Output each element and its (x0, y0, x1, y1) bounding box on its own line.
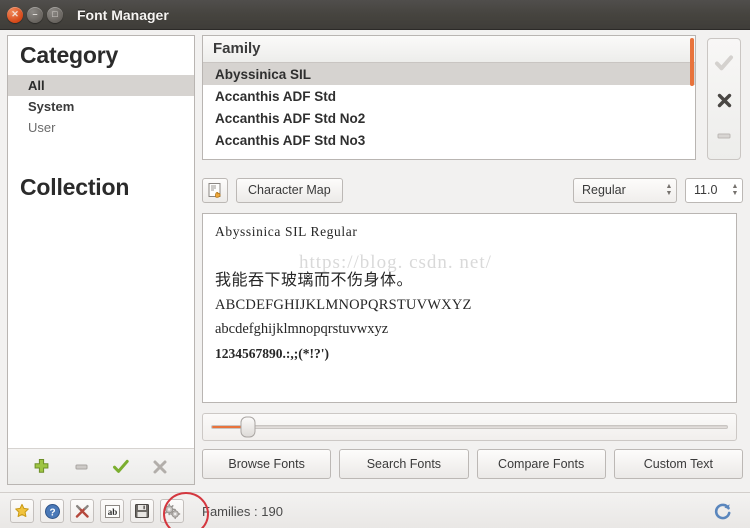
remove-font-button[interactable] (715, 129, 733, 145)
preview-uppercase: ABCDEFGHIJKLMNOPQRSTUVWXYZ (215, 297, 472, 313)
svg-text:ab: ab (107, 507, 117, 517)
size-stepper-arrows[interactable]: ▲ ▼ (728, 183, 742, 197)
category-list: All System User (8, 75, 194, 138)
preview-numerals: 1234567890.:,;(*!?') (215, 346, 329, 361)
sidebar: Category All System User Collection (7, 35, 195, 485)
sidebar-scroll-area: Category All System User Collection (8, 36, 194, 448)
preview-lowercase: abcdefghijklmnopqrstuvwxyz (215, 321, 389, 337)
font-preview-pane[interactable]: Abyssinica SIL Regular 我能吞下玻璃而不伤身体。 ABCD… (202, 213, 737, 403)
window-title: Font Manager (77, 6, 169, 23)
custom-text-button[interactable]: Custom Text (613, 449, 743, 479)
preview-title: Abyssinica SIL Regular (215, 224, 358, 239)
save-icon[interactable] (130, 499, 154, 523)
svg-text:?: ? (49, 507, 55, 518)
text-ab-icon[interactable]: ab (100, 499, 124, 523)
disable-font-button[interactable] (716, 92, 733, 113)
help-icon[interactable]: ? (40, 499, 64, 523)
family-scrollbar[interactable] (690, 38, 694, 86)
status-icon-group: ? ab (10, 492, 209, 528)
preview-spacer (215, 240, 724, 266)
compare-fonts-button[interactable]: Compare Fonts (476, 449, 606, 479)
refresh-icon[interactable] (712, 500, 734, 522)
family-panel: Family Abyssinica SIL Accanthis ADF Std … (202, 35, 696, 160)
font-manager-window: ✕ – □ Font Manager Category All System U… (0, 0, 750, 528)
maximize-icon[interactable]: □ (47, 6, 63, 23)
style-stepper-arrows[interactable]: ▲ ▼ (662, 183, 676, 197)
main-body: Category All System User Collection Fami… (0, 30, 750, 492)
preview-toolbar: Character Map Regular ▲ ▼ 11.0 ▲ ▼ (202, 175, 743, 205)
category-header: Category (20, 42, 119, 68)
disable-collection-button[interactable] (149, 456, 171, 478)
font-actions-toolbar (707, 38, 741, 160)
sidebar-item-all[interactable]: All (8, 75, 194, 96)
sidebar-toolbar (8, 448, 194, 484)
list-item[interactable]: Accanthis ADF Std No2 (203, 107, 695, 129)
sidebar-item-system[interactable]: System (8, 96, 194, 117)
family-header: Family (203, 36, 695, 86)
minimize-icon[interactable]: – (27, 6, 43, 23)
sidebar-item-user[interactable]: User (8, 117, 194, 138)
browse-fonts-button[interactable]: Browse Fonts (202, 449, 332, 479)
character-map-icon[interactable] (202, 177, 228, 203)
tools-icon[interactable] (70, 499, 94, 523)
collection-header: Collection (20, 174, 130, 200)
settings-gears-icon[interactable] (160, 499, 184, 523)
family-header-label: Family (213, 40, 261, 57)
list-item[interactable]: Accanthis ADF Std (203, 85, 695, 107)
preview-size-slider[interactable] (202, 413, 737, 441)
status-bar: ? ab Families: 190 (0, 492, 750, 528)
list-item[interactable]: Abyssinica SIL (203, 63, 695, 85)
remove-collection-button[interactable] (70, 456, 92, 478)
character-map-button[interactable]: Character Map (236, 177, 343, 203)
preview-cjk-sample: 我能吞下玻璃而不伤身体。 (215, 270, 414, 289)
enable-font-button[interactable] (714, 53, 734, 77)
mode-button-group: Browse Fonts Search Fonts Compare Fonts … (202, 449, 743, 479)
list-item[interactable]: Accanthis ADF Std No3 (203, 129, 695, 151)
enable-collection-button[interactable] (110, 456, 132, 478)
close-icon[interactable]: ✕ (7, 6, 23, 23)
favorites-star-icon[interactable] (10, 499, 34, 523)
families-count-label: Families : 190 (202, 503, 283, 519)
font-size-value: 11.0 (694, 183, 718, 197)
font-size-stepper[interactable]: 11.0 ▲ ▼ (685, 177, 743, 203)
window-controls: ✕ – □ (7, 6, 63, 23)
slider-handle[interactable] (240, 416, 256, 438)
slider-track[interactable] (211, 416, 728, 438)
add-collection-button[interactable] (31, 456, 53, 478)
title-bar: ✕ – □ Font Manager (0, 0, 750, 30)
content-area: Family Abyssinica SIL Accanthis ADF Std … (202, 35, 743, 485)
family-list: Abyssinica SIL Accanthis ADF Std Accanth… (203, 63, 695, 151)
font-style-value: Regular (582, 183, 626, 197)
font-style-select[interactable]: Regular ▲ ▼ (573, 177, 677, 203)
search-fonts-button[interactable]: Search Fonts (339, 449, 469, 479)
